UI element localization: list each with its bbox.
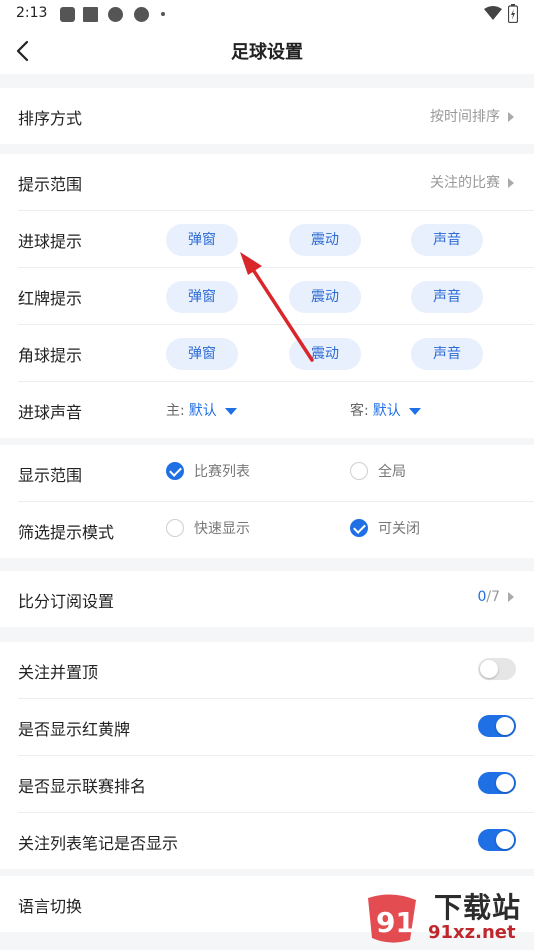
goal-alert-row: 进球提示 弹窗 震动 声音 [18,211,534,268]
caret-right-icon [508,178,514,188]
goal-popup-button[interactable]: 弹窗 [166,224,238,256]
match-list-radio[interactable]: 比赛列表 [166,461,250,485]
red-card-alert-label: 红牌提示 [18,289,83,308]
show-notes-row: 关注列表笔记是否显示 [18,813,534,869]
corner-vibrate-button[interactable]: 震动 [289,338,361,370]
follow-pin-label: 关注并置顶 [18,663,99,682]
svg-text:91: 91 [376,906,415,939]
corner-alert-row: 角球提示 弹窗 震动 声音 [18,325,534,382]
quick-show-radio-label: 快速显示 [194,521,250,537]
sort-value: 按时间排序 [430,106,514,126]
goal-sound-label: 进球声音 [18,403,83,422]
goal-sound-button[interactable]: 声音 [411,224,483,256]
display-section: 显示范围 比赛列表 全局 筛选提示模式 快速显示 可关闭 [0,445,534,558]
filter-mode-row: 筛选提示模式 快速显示 可关闭 [18,502,534,558]
checked-circle-icon [350,519,368,537]
notification-icon [60,7,75,22]
corner-popup-button[interactable]: 弹窗 [166,338,238,370]
notification-icon [83,7,98,22]
watermark-domain: 91xz.net [428,922,516,943]
alert-scope-row[interactable]: 提示范围 关注的比赛 [18,154,534,211]
caret-right-icon [508,112,514,122]
dropdown-caret-icon [224,407,237,415]
home-sound-select[interactable]: 主: 默认 [166,400,237,420]
checked-circle-icon [166,462,184,480]
toggle-knob [480,660,498,678]
follow-pin-row: 关注并置顶 [18,642,534,699]
red-card-popup-button[interactable]: 弹窗 [166,281,238,313]
away-sound-select[interactable]: 客: 默认 [350,400,421,420]
show-notes-label: 关注列表笔记是否显示 [18,834,179,853]
away-sound-value: 默认 [372,403,401,419]
show-cards-label: 是否显示红黄牌 [18,720,131,739]
watermark-logo: 91 [368,894,416,943]
toggles-section: 关注并置顶 是否显示红黄牌 是否显示联赛排名 关注列表笔记是否显示 [0,642,534,869]
soccer-ball-icon [134,7,149,22]
global-radio[interactable]: 全局 [350,461,406,485]
page-title: 足球设置 [231,42,303,63]
closable-radio-label: 可关闭 [378,521,420,537]
sort-section: 排序方式 按时间排序 [0,88,534,144]
corner-sound-button[interactable]: 声音 [411,338,483,370]
red-card-alert-row: 红牌提示 弹窗 震动 声音 [18,268,534,325]
show-cards-row: 是否显示红黄牌 [18,699,534,756]
follow-pin-toggle[interactable] [478,658,516,680]
alert-scope-value-text: 关注的比赛 [430,175,500,191]
away-sound-prefix: 客: [350,403,369,419]
watermark: 91 下载站 91xz.net [362,884,534,948]
goal-vibrate-button[interactable]: 震动 [289,224,361,256]
goal-alert-label: 进球提示 [18,232,83,251]
sort-label: 排序方式 [18,109,83,128]
score-subscription-row[interactable]: 比分订阅设置 0/7 [18,571,534,627]
status-bar: 2:13 [0,0,534,28]
battery-icon [508,4,518,23]
show-notes-toggle[interactable] [478,829,516,851]
unchecked-circle-icon [166,519,184,537]
home-sound-prefix: 主: [166,403,185,419]
filter-mode-label: 筛选提示模式 [18,523,115,542]
language-label: 语言切换 [18,897,83,916]
unchecked-circle-icon [350,462,368,480]
subscription-count: 0/7 [477,589,514,605]
quick-show-radio[interactable]: 快速显示 [166,518,250,542]
sort-value-text: 按时间排序 [430,109,500,125]
alerts-section: 提示范围 关注的比赛 进球提示 弹窗 震动 声音 红牌提示 弹窗 震动 声音 角… [0,154,534,438]
toggle-knob [496,774,514,792]
home-sound-value: 默认 [188,403,217,419]
toggle-knob [496,717,514,735]
closable-radio[interactable]: 可关闭 [350,518,420,542]
goal-sound-row: 进球声音 主: 默认 客: 默认 [18,382,534,438]
red-card-vibrate-button[interactable]: 震动 [289,281,361,313]
soccer-ball-icon [108,7,123,22]
toggle-knob [496,831,514,849]
global-radio-label: 全局 [378,464,406,480]
nav-bar: 足球设置 [0,28,534,74]
show-ranking-label: 是否显示联赛排名 [18,777,147,796]
show-ranking-row: 是否显示联赛排名 [18,756,534,813]
score-subscription-label: 比分订阅设置 [18,592,115,611]
alert-scope-label: 提示范围 [18,175,83,194]
show-ranking-toggle[interactable] [478,772,516,794]
more-notifications-icon [161,12,165,16]
watermark-brand: 下载站 [434,891,522,924]
match-list-radio-label: 比赛列表 [194,464,250,480]
sort-row[interactable]: 排序方式 按时间排序 [18,88,534,144]
subscription-count-total: /7 [486,589,500,605]
subscription-section: 比分订阅设置 0/7 [0,571,534,627]
corner-alert-label: 角球提示 [18,346,83,365]
red-card-sound-button[interactable]: 声音 [411,281,483,313]
wifi-icon [484,6,502,20]
show-cards-toggle[interactable] [478,715,516,737]
status-time: 2:13 [16,5,48,21]
caret-right-icon [508,592,514,602]
display-scope-label: 显示范围 [18,466,83,485]
alert-scope-value: 关注的比赛 [430,172,514,192]
dropdown-caret-icon [408,407,421,415]
display-scope-row: 显示范围 比赛列表 全局 [18,445,534,502]
